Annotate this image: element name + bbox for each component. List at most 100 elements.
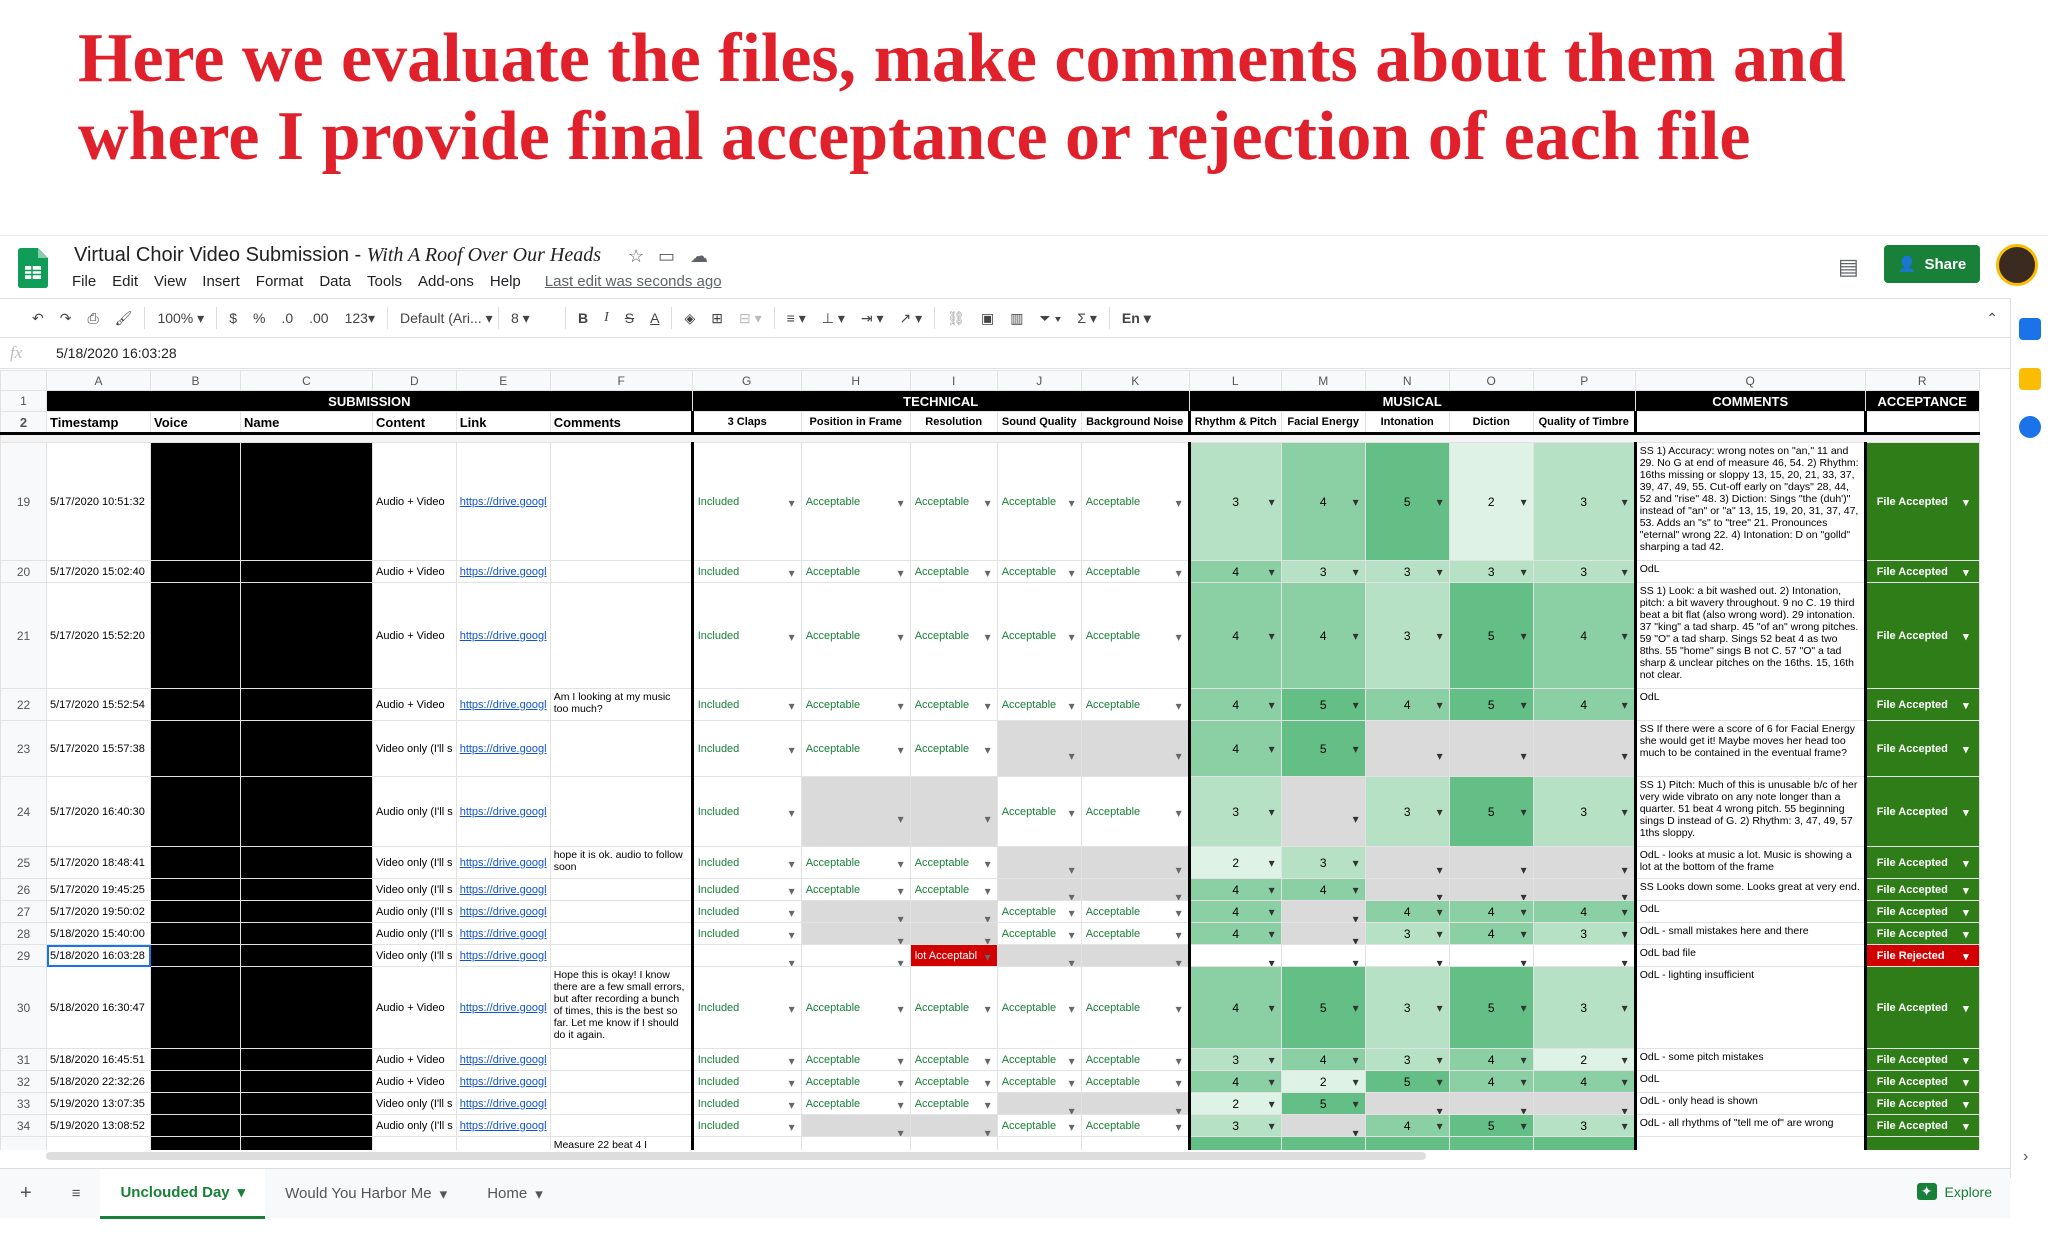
facial-energy-dropdown[interactable]	[1280, 922, 1366, 945]
facial-energy-dropdown[interactable]	[1280, 1114, 1366, 1137]
claps-dropdown[interactable]: Included	[690, 846, 802, 879]
timbre-dropdown[interactable]	[1532, 944, 1636, 967]
rhythm-pitch-dropdown[interactable]	[1187, 1136, 1282, 1150]
content-cell[interactable]: Video only (I'll s	[372, 846, 457, 879]
row-number[interactable]: 19	[0, 442, 47, 561]
link-cell[interactable]: https://drive.googl	[455, 1114, 551, 1137]
position-dropdown[interactable]	[800, 900, 911, 923]
diction-dropdown[interactable]: 3	[1448, 560, 1534, 583]
comment-cell[interactable]	[549, 776, 693, 847]
intonation-dropdown[interactable]	[1364, 846, 1450, 879]
position-dropdown[interactable]: Acceptable	[800, 878, 911, 901]
comment-cell[interactable]	[549, 900, 693, 923]
collapse-toolbar-icon[interactable]: ⌃	[1986, 310, 1998, 327]
notes-cell[interactable]: SS Looks down some. Looks great at very …	[1633, 878, 1866, 901]
content-cell[interactable]: Video only (I'll s	[372, 720, 457, 777]
share-button[interactable]: 👤 Share	[1884, 245, 1980, 283]
timestamp-cell[interactable]: 5/17/2020 19:50:02	[46, 900, 151, 923]
claps-dropdown[interactable]: Included	[690, 442, 802, 561]
acceptance-dropdown[interactable]: File Accepted	[1863, 846, 1980, 879]
timbre-dropdown[interactable]: 3	[1532, 922, 1636, 945]
claps-dropdown[interactable]: Included	[690, 560, 802, 583]
row-number[interactable]: 22	[0, 688, 47, 721]
intonation-dropdown[interactable]	[1364, 1136, 1450, 1150]
intonation-dropdown[interactable]	[1364, 720, 1450, 777]
timbre-dropdown[interactable]: 4	[1532, 582, 1636, 689]
content-cell[interactable]: Video only (I'll s	[372, 1092, 457, 1115]
header-timestamp[interactable]: Timestamp	[46, 411, 151, 435]
timestamp-cell[interactable]: 5/19/2020 13:07:35	[46, 1092, 151, 1115]
menu-tools[interactable]: Tools	[367, 273, 402, 290]
column-header[interactable]: G	[691, 370, 802, 391]
facial-energy-dropdown[interactable]: 4	[1280, 442, 1366, 561]
insert-comment-icon[interactable]: ▣	[981, 310, 994, 327]
link-cell[interactable]: https://drive.googl	[455, 720, 551, 777]
intonation-dropdown[interactable]	[1364, 1092, 1450, 1115]
intonation-dropdown[interactable]: 5	[1364, 1070, 1450, 1093]
sound-quality-dropdown[interactable]: Acceptable	[996, 688, 1082, 721]
sheets-logo-icon[interactable]	[18, 248, 48, 288]
tasks-icon[interactable]	[2019, 416, 2041, 438]
spreadsheet-grid[interactable]: A B C D E F G H I J K L M N O P Q R 1 SU…	[0, 370, 1996, 1150]
resolution-dropdown[interactable]	[909, 900, 998, 923]
header-comments[interactable]: Comments	[549, 411, 693, 435]
timestamp-cell[interactable]: 5/19/2020 13:08:52	[46, 1114, 151, 1137]
intonation-dropdown[interactable]: 4	[1364, 1114, 1450, 1137]
intonation-dropdown[interactable]: 3	[1364, 966, 1450, 1049]
content-cell[interactable]: Video only (I'll s	[372, 944, 457, 967]
claps-dropdown[interactable]: Included	[690, 720, 802, 777]
header-content[interactable]: Content	[372, 411, 457, 435]
document-title[interactable]: Virtual Choir Video Submission - With A …	[74, 244, 601, 267]
column-header[interactable]: M	[1280, 370, 1366, 391]
acceptance-dropdown[interactable]: File Accepted	[1863, 720, 1980, 777]
link-cell[interactable]: https://drive.googl	[455, 688, 551, 721]
sound-quality-dropdown[interactable]: Acceptable	[996, 1070, 1082, 1093]
position-dropdown[interactable]	[800, 1136, 911, 1150]
menu-insert[interactable]: Insert	[202, 273, 240, 290]
column-header[interactable]: O	[1448, 370, 1534, 391]
intonation-dropdown[interactable]: 4	[1364, 900, 1450, 923]
column-header[interactable]: N	[1364, 370, 1450, 391]
acceptance-dropdown[interactable]: File Accepted	[1863, 966, 1980, 1049]
link-cell[interactable]: https://drive.googl	[455, 1092, 551, 1115]
column-header[interactable]: H	[800, 370, 911, 391]
formula-bar[interactable]: fx 5/18/2020 16:03:28	[0, 339, 2010, 369]
intonation-dropdown[interactable]	[1364, 878, 1450, 901]
claps-dropdown[interactable]: Included	[690, 582, 802, 689]
font-size-select[interactable]: 8 ▾	[511, 310, 553, 327]
link-cell[interactable]	[455, 1136, 551, 1150]
timestamp-cell[interactable]: 5/18/2020 16:30:47	[46, 966, 151, 1049]
tab-unclouded-day[interactable]: Unclouded Day ▾	[100, 1168, 266, 1219]
row-number[interactable]: 20	[0, 560, 47, 583]
background-noise-dropdown[interactable]: Acceptable	[1080, 776, 1190, 847]
timbre-dropdown[interactable]: 3	[1532, 776, 1636, 847]
notes-cell[interactable]: OdL bad file	[1633, 944, 1866, 967]
sound-quality-dropdown[interactable]: Acceptable	[996, 900, 1082, 923]
facial-energy-dropdown[interactable]: 5	[1280, 966, 1366, 1049]
resolution-dropdown[interactable]: Acceptable	[909, 966, 998, 1049]
resolution-dropdown[interactable]: Acceptable	[909, 582, 998, 689]
sound-quality-dropdown[interactable]: Acceptable	[996, 1048, 1082, 1071]
timbre-dropdown[interactable]	[1532, 720, 1636, 777]
acceptance-dropdown[interactable]: File Accepted	[1863, 582, 1980, 689]
timestamp-cell[interactable]: 5/18/2020 22:32:26	[46, 1070, 151, 1093]
diction-dropdown[interactable]: 4	[1448, 1048, 1534, 1071]
resolution-dropdown[interactable]: Acceptable	[909, 442, 998, 561]
intonation-dropdown[interactable]: 5	[1364, 442, 1450, 561]
row-number[interactable]: 21	[0, 582, 47, 689]
row-number[interactable]: 28	[0, 922, 47, 945]
column-header[interactable]: I	[909, 370, 998, 391]
keep-icon[interactable]	[2019, 368, 2041, 390]
rhythm-pitch-dropdown[interactable]: 4	[1187, 720, 1282, 777]
intonation-dropdown[interactable]	[1364, 944, 1450, 967]
notes-cell[interactable]	[1633, 1136, 1866, 1150]
intonation-dropdown[interactable]: 3	[1364, 560, 1450, 583]
explore-button[interactable]: ✦ Explore	[1916, 1183, 1992, 1200]
calendar-icon[interactable]	[2019, 318, 2041, 340]
diction-dropdown[interactable]: 5	[1448, 966, 1534, 1049]
facial-energy-dropdown[interactable]	[1280, 944, 1366, 967]
comment-cell[interactable]	[549, 582, 693, 689]
timestamp-cell[interactable]: 5/17/2020 10:51:32	[46, 442, 151, 561]
facial-energy-dropdown[interactable]: 4	[1280, 1048, 1366, 1071]
content-cell[interactable]: Audio + Video	[372, 442, 457, 561]
